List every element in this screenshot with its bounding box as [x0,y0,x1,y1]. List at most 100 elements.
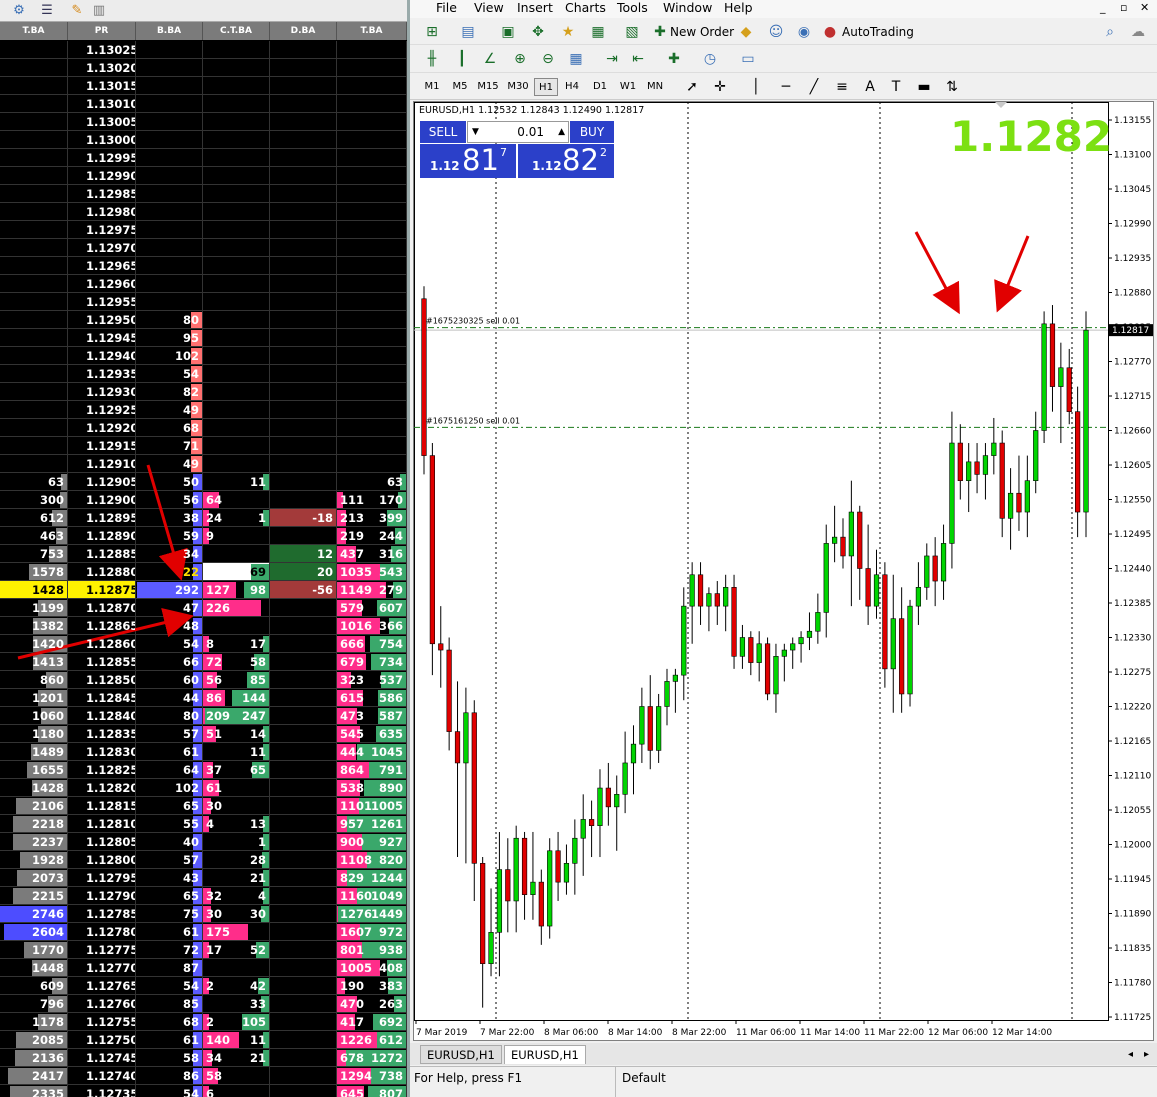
tf-h1[interactable]: H1 [534,78,558,96]
dom-row[interactable]: 796 1.12760 85 33 470 263 [0,995,407,1013]
dom-row[interactable]: 1.12950 80 [0,311,407,329]
dom-row[interactable]: 2106 1.12815 65 30 1101 1005 [0,797,407,815]
col-tba-left[interactable]: T.BA [0,22,68,40]
dom-row[interactable]: 1180 1.12835 57 51 14 545 635 [0,725,407,743]
dom-row[interactable]: 609 1.12765 54 2 42 190 383 [0,977,407,995]
new-order-button[interactable]: New Order [670,22,734,42]
dom-row[interactable]: 2237 1.12805 40 1 900 927 [0,833,407,851]
menu-charts[interactable]: Charts [565,0,606,16]
dom-row[interactable]: 1.12940 102 [0,347,407,365]
dom-row[interactable]: 1.12960 [0,275,407,293]
dom-row[interactable]: 2073 1.12795 43 21 829 1244 [0,869,407,887]
dom-row[interactable]: 2746 1.12785 75 30 30 1276 1449 [0,905,407,923]
dom-row[interactable]: 1.12955 [0,293,407,311]
dom-row[interactable]: 1.13005 [0,113,407,131]
menu-window[interactable]: Window [663,0,712,16]
candles-icon[interactable]: ┃ [452,49,472,69]
gear-icon[interactable]: ⚙ [10,2,28,20]
lot-down-icon[interactable]: ▼ [472,122,479,142]
dom-row[interactable]: 2604 1.12780 61 175 1607 972 [0,923,407,941]
dom-row[interactable]: 1.13015 [0,77,407,95]
periods-icon[interactable]: ◷ [700,49,720,69]
line-chart-icon[interactable]: ∠ [480,49,500,69]
dom-row[interactable]: 1060 1.12840 80 209 247 473 587 [0,707,407,725]
sell-price-button[interactable]: 1.12 81 7 [420,143,516,178]
navigator-icon[interactable]: ★ [558,22,578,42]
dom-row[interactable]: 1.12935 54 [0,365,407,383]
chat-icon[interactable]: ☁ [1128,22,1148,42]
list-icon[interactable]: ☰ [38,2,56,20]
dom-row[interactable]: 2218 1.12810 55 4 13 957 1261 [0,815,407,833]
pencil-icon[interactable]: ✎ [68,2,86,20]
menu-help[interactable]: Help [724,0,753,16]
dom-row[interactable]: 1.12920 68 [0,419,407,437]
menu-insert[interactable]: Insert [517,0,553,16]
dom-row[interactable]: 1.12910 49 [0,455,407,473]
bar-chart-icon[interactable]: ╫ [422,49,442,69]
dom-row[interactable]: 1428 1.12820 102 61 538 890 [0,779,407,797]
zoom-in-icon[interactable]: ⊕ [510,49,530,69]
lot-up-icon[interactable]: ▲ [558,122,565,142]
dom-row[interactable]: 1.13025 [0,41,407,59]
dom-row[interactable]: 1420 1.12860 54 8 17 666 754 [0,635,407,653]
trash-icon[interactable]: ▥ [90,2,108,20]
dom-row[interactable]: 463 1.12890 59 9 219 244 [0,527,407,545]
tester-icon[interactable]: ▧ [622,22,642,42]
col-dba[interactable]: D.BA [270,22,337,40]
cursor-icon[interactable]: ➚ [682,77,702,97]
dom-row[interactable]: 1.12985 [0,185,407,203]
profiles-icon[interactable]: ▤ [458,22,478,42]
dom-row[interactable]: 612 1.12895 38 24 1 -18 213 399 [0,509,407,527]
menu-view[interactable]: View [474,0,504,16]
tf-mn[interactable]: MN [642,78,668,96]
dom-row[interactable]: 860 1.12850 60 56 85 323 537 [0,671,407,689]
dom-row[interactable]: 1.12915 71 [0,437,407,455]
minimize-icon[interactable]: _ [1100,0,1106,16]
dom-row[interactable]: 1199 1.12870 47 226 579 607 [0,599,407,617]
equidistant-channel-icon[interactable]: ≡ [832,77,852,97]
tf-m15[interactable]: M15 [474,78,502,96]
scroll-chart-icon[interactable]: ⇥ [602,49,622,69]
dom-row[interactable]: 2335 1.12735 54 6 645 807 [0,1085,407,1097]
crosshair-icon[interactable]: ✛ [710,77,730,97]
dom-row[interactable]: 2417 1.12740 86 58 1294 738 [0,1067,407,1085]
dom-row[interactable]: 1.13000 [0,131,407,149]
tab-chart-1[interactable]: EURUSD,H1 [420,1045,502,1064]
buy-price-button[interactable]: 1.12 82 2 [518,143,614,178]
dom-row[interactable]: 300 1.12900 56 64 111 170 [0,491,407,509]
terminal-icon[interactable]: ▦ [588,22,608,42]
restore-icon[interactable]: ▫ [1120,0,1127,16]
dom-row[interactable]: 1.12965 [0,257,407,275]
dom-row[interactable]: 1.12945 95 [0,329,407,347]
dom-row[interactable]: 1.12925 49 [0,401,407,419]
dom-row[interactable]: 1578 1.12880 22 69 20 1035 543 [0,563,407,581]
menu-tools[interactable]: Tools [617,0,648,16]
experts-icon[interactable]: ☺ [766,22,786,42]
market-watch-icon[interactable]: ▣ [498,22,518,42]
lot-field[interactable]: ▼ 0.01 ▲ [467,121,569,143]
col-ctba[interactable]: C.T.BA [203,22,270,40]
data-window-icon[interactable]: ✥ [528,22,548,42]
dom-row[interactable]: 1.12930 82 [0,383,407,401]
dom-row[interactable]: 1428 1.12875 292 127 98 -56 1149 279 [0,581,407,599]
horizontal-line-icon[interactable]: ─ [776,77,796,97]
templates-icon[interactable]: ▭ [738,49,758,69]
col-tba-right[interactable]: T.BA [337,22,407,40]
search-icon[interactable]: ⌕ [1100,22,1120,42]
buy-button[interactable]: BUY [570,121,614,143]
dom-row[interactable]: 1382 1.12865 48 1016 366 [0,617,407,635]
chart-shift-icon[interactable]: ⇤ [628,49,648,69]
dom-row[interactable]: 1.12970 [0,239,407,257]
dom-row[interactable]: 1201 1.12845 44 86 144 615 586 [0,689,407,707]
vertical-line-icon[interactable]: │ [746,77,766,97]
dom-row[interactable]: 1.12980 [0,203,407,221]
sell-button[interactable]: SELL [420,121,466,143]
col-bba[interactable]: B.BA [136,22,203,40]
text-label-icon[interactable]: T [886,77,906,97]
tf-w1[interactable]: W1 [616,78,640,96]
tile-windows-icon[interactable]: ▦ [566,49,586,69]
dom-row[interactable]: 2085 1.12750 61 140 11 1226 612 [0,1031,407,1049]
trendline-icon[interactable]: ╱ [804,77,824,97]
close-icon[interactable]: ✕ [1140,0,1149,16]
new-order-icon[interactable]: ✚ [650,22,670,42]
